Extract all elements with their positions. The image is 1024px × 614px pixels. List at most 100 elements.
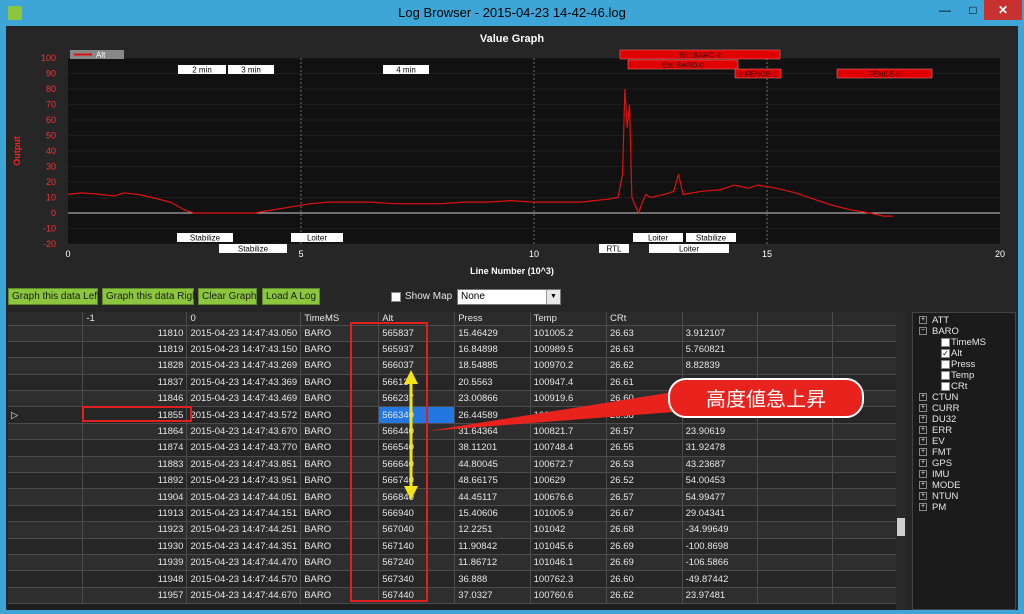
table-cell[interactable]: 38.11201: [454, 439, 531, 457]
table-cell[interactable]: BARO: [300, 390, 380, 408]
table-cell[interactable]: BARO: [300, 357, 380, 375]
table-cell[interactable]: 26.60: [606, 570, 683, 588]
table-cell[interactable]: 11874: [82, 439, 188, 457]
row-header[interactable]: [8, 570, 84, 588]
table-cell[interactable]: 100919.6: [530, 390, 608, 408]
graph-right-button[interactable]: Graph this data Right: [102, 288, 201, 305]
table-cell[interactable]: 11939: [82, 554, 188, 572]
table-cell[interactable]: 566640: [378, 456, 456, 474]
tree-field-crt[interactable]: CRt: [941, 381, 967, 392]
graph-left-button[interactable]: Graph this data Left: [8, 288, 100, 305]
table-cell[interactable]: 566540: [378, 439, 456, 457]
table-cell[interactable]: 11855: [82, 406, 188, 424]
table-cell[interactable]: 26.69: [606, 538, 683, 555]
table-row[interactable]: 11864 2015-04-23 14:47:43.670 BARO 566440 31…: [8, 423, 906, 441]
table-cell[interactable]: -106.5866: [682, 554, 759, 572]
table-cell[interactable]: 11892: [82, 472, 188, 490]
table-cell[interactable]: 31.92478: [682, 439, 759, 457]
table-cell[interactable]: 2015-04-23 14:47:44.251: [186, 521, 302, 539]
tree-group-att[interactable]: + ATT: [919, 315, 949, 326]
chevron-down-icon[interactable]: ▼: [546, 290, 560, 304]
table-row[interactable]: 11913 2015-04-23 14:47:44.151 BARO 566940 15…: [8, 505, 906, 523]
table-cell[interactable]: -100.8698: [682, 538, 759, 555]
tree-field-press[interactable]: Press: [941, 359, 975, 370]
table-cell[interactable]: 101005.9: [530, 505, 608, 523]
row-header[interactable]: [8, 488, 84, 506]
tree-group-fmt[interactable]: + FMT: [919, 447, 952, 458]
table-cell[interactable]: BARO: [300, 406, 380, 424]
table-cell[interactable]: 26.57: [606, 488, 683, 506]
table-cell[interactable]: 23.00866: [454, 390, 531, 408]
table-cell[interactable]: 26.55: [606, 439, 683, 457]
table-row[interactable]: 11892 2015-04-23 14:47:43.951 BARO 566740 48…: [8, 472, 906, 490]
table-cell[interactable]: [757, 554, 833, 572]
table-row[interactable]: 11874 2015-04-23 14:47:43.770 BARO 566540 38…: [8, 439, 906, 457]
table-cell[interactable]: [757, 505, 833, 523]
row-header[interactable]: [8, 538, 84, 555]
table-cell[interactable]: 566440: [378, 423, 456, 441]
tree-group-pm[interactable]: + PM: [919, 502, 946, 513]
tree-group-du32[interactable]: + DU32: [919, 414, 956, 425]
expand-icon[interactable]: +: [919, 316, 927, 325]
table-cell[interactable]: 15.40606: [454, 505, 531, 523]
load-log-button[interactable]: Load A Log: [262, 288, 320, 305]
table-cell[interactable]: 44.45117: [454, 488, 531, 506]
expand-icon[interactable]: +: [919, 503, 927, 512]
table-cell[interactable]: [832, 456, 906, 474]
minimize-button[interactable]: —: [930, 0, 960, 20]
table-cell[interactable]: 565837: [378, 325, 456, 342]
collapse-icon[interactable]: −: [919, 327, 927, 336]
close-button[interactable]: ✕: [984, 0, 1022, 20]
table-cell[interactable]: BARO: [300, 521, 380, 539]
table-cell[interactable]: 101042: [530, 521, 608, 539]
table-cell[interactable]: BARO: [300, 488, 380, 506]
table-cell[interactable]: 566340: [378, 406, 456, 424]
tree-group-err[interactable]: + ERR: [919, 425, 952, 436]
table-cell[interactable]: 2015-04-23 14:47:43.269: [186, 357, 302, 375]
table-cell[interactable]: 566037: [378, 357, 456, 375]
row-header[interactable]: [8, 587, 84, 605]
table-cell[interactable]: 26.68: [606, 521, 683, 539]
table-cell[interactable]: 15.46429: [454, 325, 531, 342]
table-cell[interactable]: [757, 538, 833, 555]
table-cell[interactable]: 2015-04-23 14:47:43.369: [186, 374, 302, 392]
field-tree[interactable]: + ATT − BARO TimeMS ✓ Alt Press Temp CRt + CTUN + CUR…: [912, 312, 1016, 610]
table-cell[interactable]: 2015-04-23 14:47:44.151: [186, 505, 302, 523]
row-header[interactable]: [8, 341, 84, 359]
row-header[interactable]: [8, 456, 84, 474]
clear-graph-button[interactable]: Clear Graph: [198, 288, 257, 305]
table-cell[interactable]: 44.80045: [454, 456, 531, 474]
table-cell[interactable]: 26.52: [606, 472, 683, 490]
table-cell[interactable]: 26.62: [606, 587, 683, 605]
value-graph[interactable]: Value Graph 100 90 80 70 60 50 40 30 20 10 0 -10 -20 0…: [6, 26, 1018, 282]
table-cell[interactable]: 18.54885: [454, 357, 531, 375]
table-cell[interactable]: 11837: [82, 374, 188, 392]
table-cell[interactable]: 20.5563: [454, 374, 531, 392]
table-cell[interactable]: 8.82839: [682, 357, 759, 375]
tree-group-ev[interactable]: + EV: [919, 436, 945, 447]
column-header[interactable]: 0: [186, 312, 302, 326]
table-cell[interactable]: 2015-04-23 14:47:44.570: [186, 570, 302, 588]
table-cell[interactable]: 26.67: [606, 505, 683, 523]
table-cell[interactable]: 5.760821: [682, 341, 759, 359]
table-row[interactable]: 11828 2015-04-23 14:47:43.269 BARO 566037 18…: [8, 357, 906, 375]
column-header[interactable]: CRt: [606, 312, 683, 326]
table-cell[interactable]: BARO: [300, 423, 380, 441]
row-header[interactable]: [8, 390, 84, 408]
row-header[interactable]: [8, 554, 84, 572]
table-cell[interactable]: BARO: [300, 374, 380, 392]
table-cell[interactable]: 11904: [82, 488, 188, 506]
table-cell[interactable]: 11810: [82, 325, 188, 342]
row-header[interactable]: [8, 423, 84, 441]
map-select[interactable]: None ▼: [457, 289, 561, 305]
table-cell[interactable]: 11864: [82, 423, 188, 441]
table-cell[interactable]: 29.04341: [682, 505, 759, 523]
title-bar[interactable]: Log Browser - 2015-04-23 14-42-46.log — …: [0, 0, 1024, 26]
field-checkbox[interactable]: [941, 381, 950, 391]
tree-group-ctun[interactable]: + CTUN: [919, 392, 958, 403]
row-header[interactable]: ▷: [8, 406, 84, 424]
table-cell[interactable]: [757, 570, 833, 588]
table-cell[interactable]: 2015-04-23 14:47:43.572: [186, 406, 302, 424]
table-cell[interactable]: 37.0327: [454, 587, 531, 605]
table-cell[interactable]: 2015-04-23 14:47:43.670: [186, 423, 302, 441]
